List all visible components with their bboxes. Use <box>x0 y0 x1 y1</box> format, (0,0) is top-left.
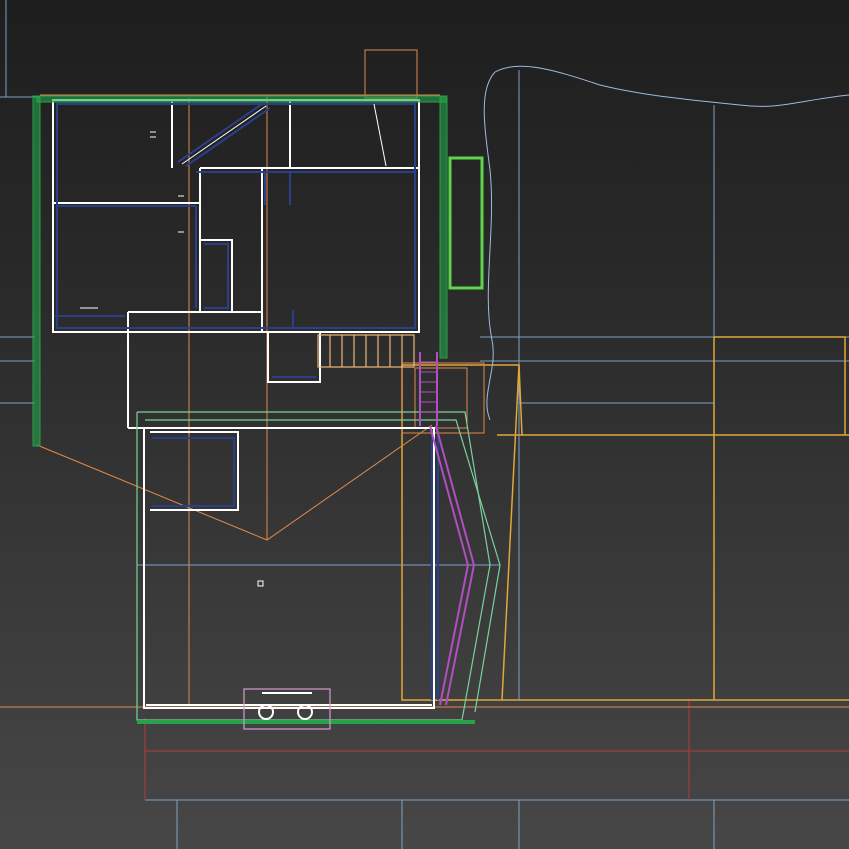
top-viewport[interactable] <box>0 0 849 849</box>
access-ramp[interactable] <box>419 352 476 706</box>
floor-plan-drawing[interactable] <box>0 0 849 849</box>
upper-floor-walls[interactable] <box>52 99 432 429</box>
neighbor-building[interactable] <box>401 336 849 701</box>
terrain-contour <box>483 65 849 421</box>
detail-markers <box>80 131 264 587</box>
chimney <box>364 49 418 99</box>
site-boundary <box>144 700 849 800</box>
staircase[interactable] <box>317 334 415 368</box>
ground-floor-walls[interactable] <box>143 427 439 709</box>
ramp-steps <box>420 361 437 413</box>
